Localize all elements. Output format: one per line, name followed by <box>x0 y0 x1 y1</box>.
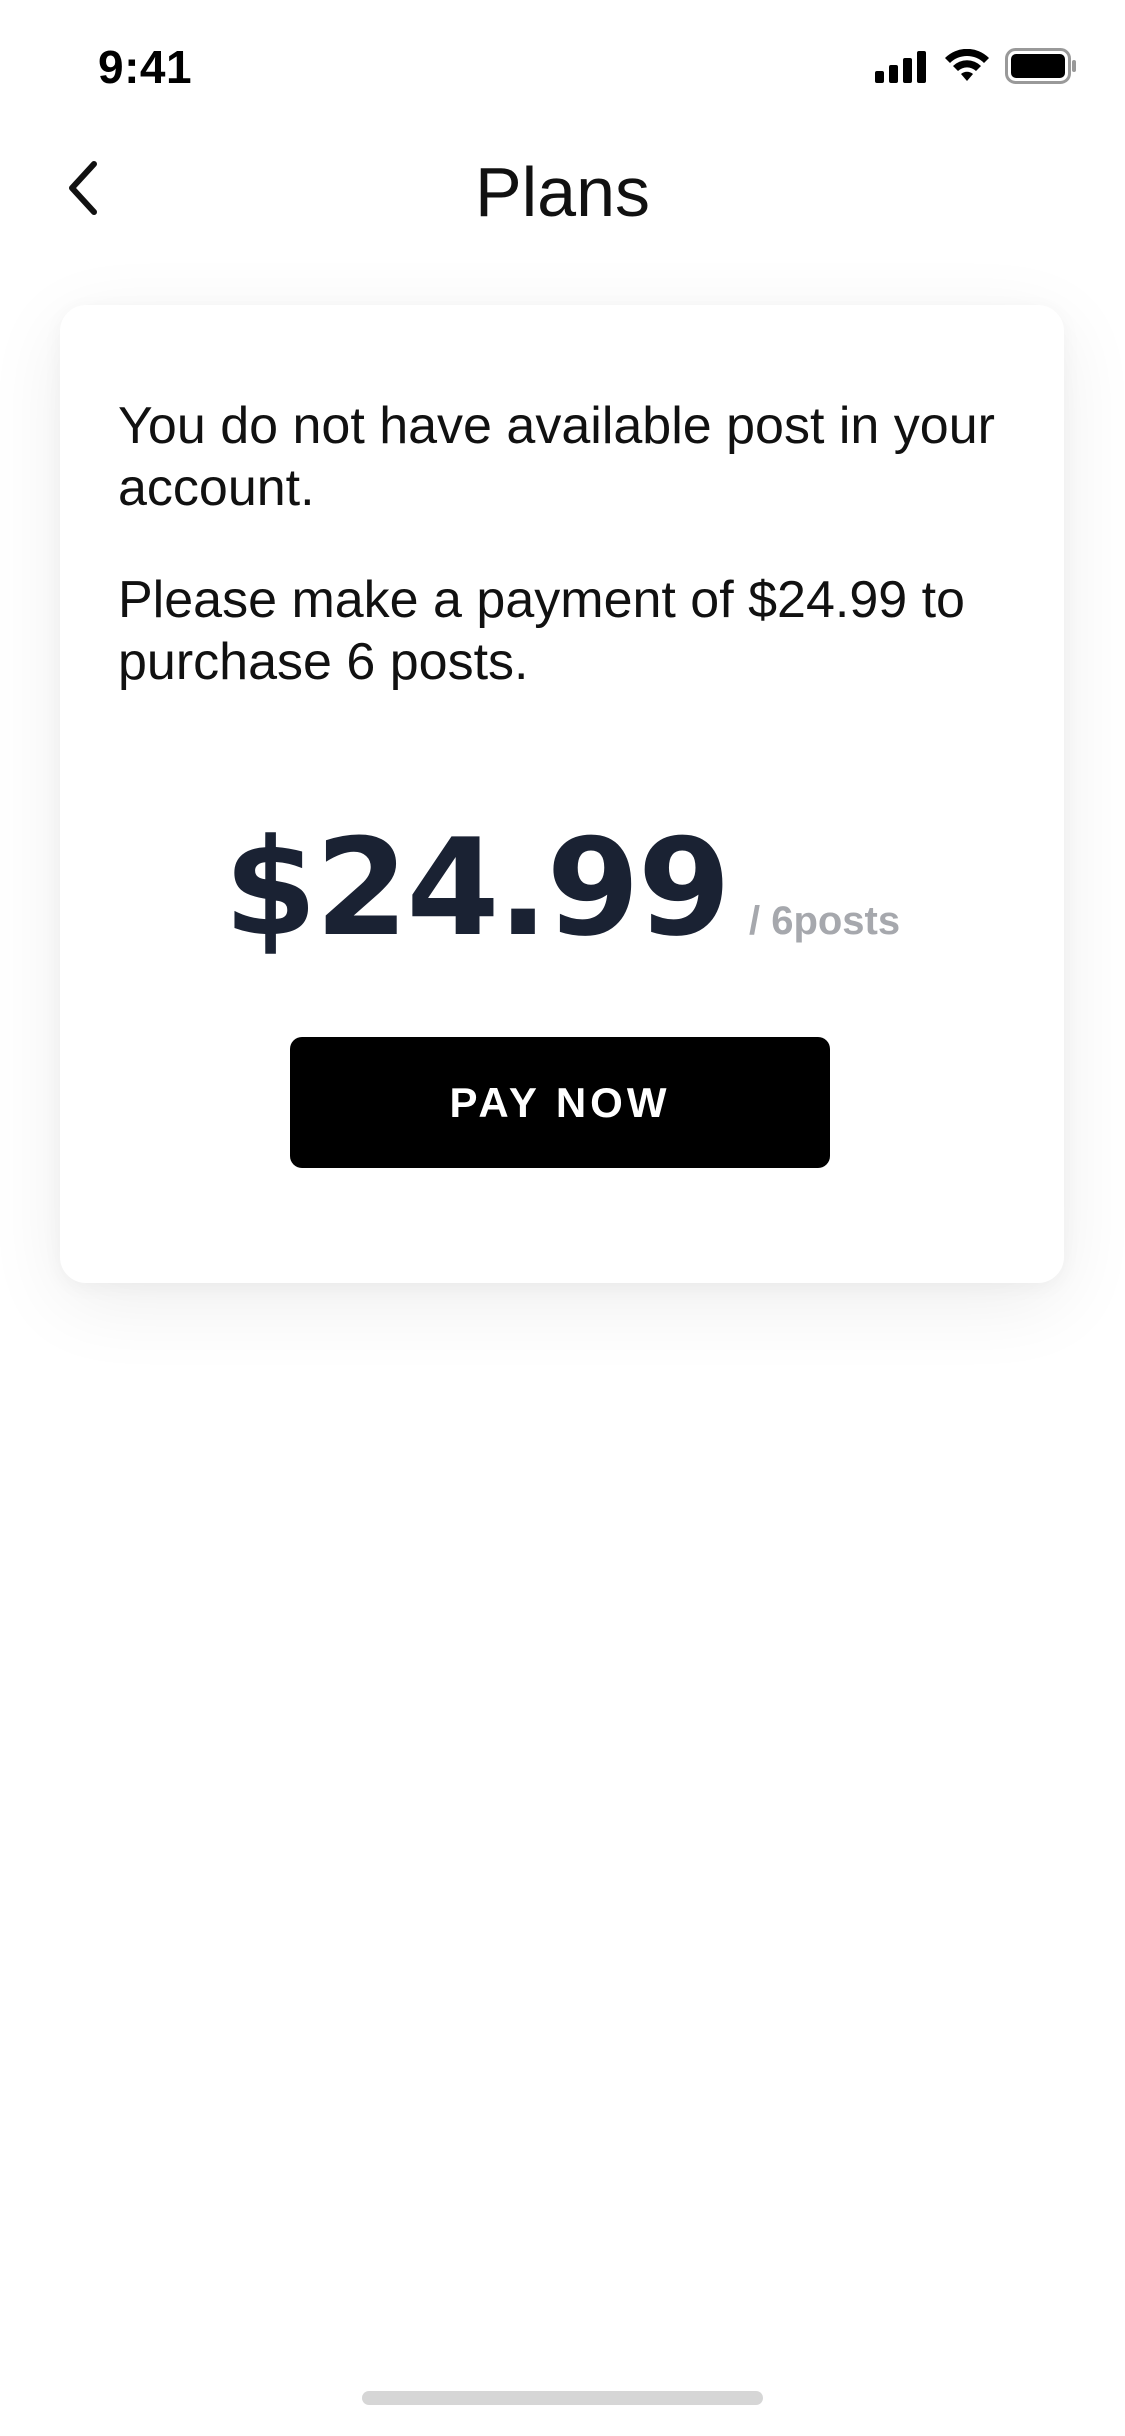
status-bar: 9:41 <box>0 0 1125 132</box>
plans-screen: 9:41 Plans You do not have available pos… <box>0 0 1125 2436</box>
status-time: 9:41 <box>98 41 193 93</box>
plan-card: You do not have available post in your a… <box>60 305 1064 1283</box>
page-title: Plans <box>474 153 651 231</box>
pay-now-button[interactable]: PAY NOW <box>290 1037 830 1168</box>
price-unit: / 6posts <box>748 899 901 943</box>
battery-icon <box>1005 48 1077 89</box>
wifi-icon <box>943 48 991 88</box>
status-icons <box>875 48 1077 89</box>
nav-header: Plans <box>0 132 1125 252</box>
cellular-signal-icon <box>875 49 929 88</box>
price-row: $24.99 / 6posts <box>60 810 1064 966</box>
no-posts-message: You do not have available post in your a… <box>118 397 995 517</box>
price-amount: $24.99 <box>223 810 731 966</box>
home-indicator[interactable] <box>362 2391 763 2405</box>
payment-instruction: Please make a payment of $24.99 to purch… <box>118 571 965 691</box>
